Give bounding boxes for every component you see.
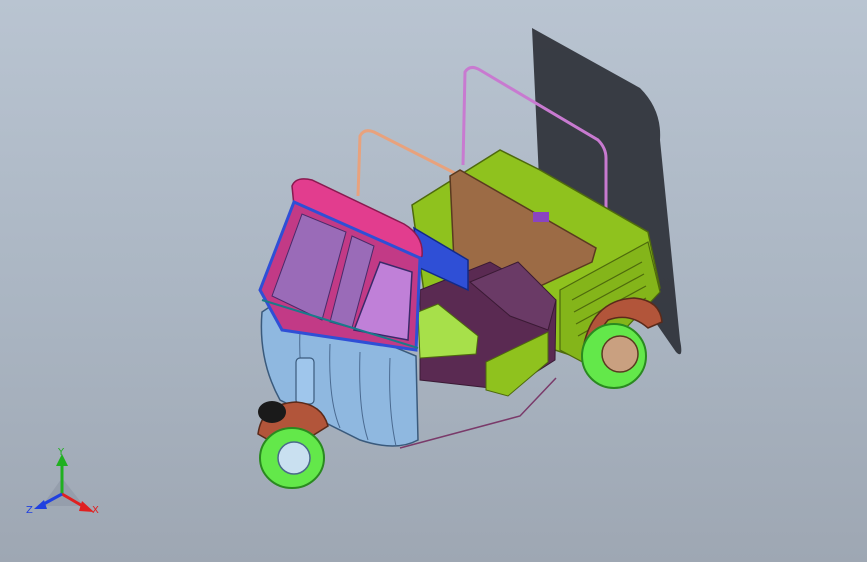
rickshaw-3d-model[interactable] xyxy=(0,0,867,562)
headlight xyxy=(258,401,286,423)
x-axis-label: X xyxy=(92,505,99,516)
front-grille xyxy=(295,357,315,405)
z-axis-arrow xyxy=(34,500,47,509)
graphics-viewport[interactable]: Y X Z xyxy=(0,0,867,562)
fuel-tank xyxy=(533,212,549,222)
y-axis-label: Y xyxy=(58,447,65,458)
z-axis-label: Z xyxy=(26,505,33,516)
rear-rim xyxy=(601,335,639,373)
triad-svg xyxy=(34,454,94,512)
chassis-rail xyxy=(399,377,557,449)
front-rim xyxy=(277,441,311,475)
axis-triad[interactable]: Y X Z xyxy=(22,448,112,528)
